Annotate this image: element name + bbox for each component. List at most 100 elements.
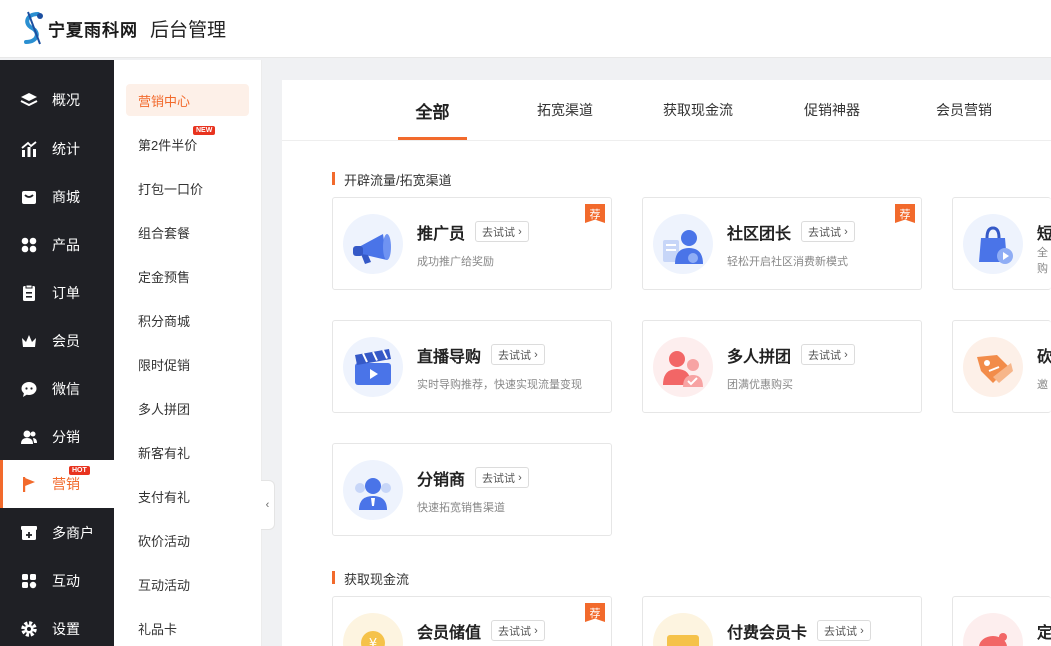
submenu-item-marketing-center[interactable]: 营销中心 bbox=[126, 84, 249, 116]
tool-name: 短 bbox=[1037, 220, 1051, 244]
submenu-item-presale[interactable]: 定金预售 bbox=[126, 260, 249, 292]
collapse-submenu-button[interactable]: ‹ bbox=[261, 480, 275, 530]
logo-text: 宁夏雨科网 bbox=[48, 21, 138, 40]
grid-icon bbox=[20, 236, 38, 254]
try-button[interactable]: 去试试 › bbox=[491, 620, 545, 641]
sidebar-item-marketing[interactable]: 营销 HOT bbox=[0, 460, 114, 508]
chevron-right-icon: › bbox=[844, 348, 848, 361]
submenu-item-interactive-activity[interactable]: 互动活动 bbox=[126, 568, 249, 600]
submenu-item-label: 限时促销 bbox=[138, 357, 191, 373]
community-leader-icon bbox=[653, 214, 713, 274]
try-label: 去试试 bbox=[824, 625, 857, 638]
submenu-item-label: 新客有礼 bbox=[138, 445, 191, 461]
tab-label: 促销神器 bbox=[804, 102, 860, 118]
tool-description: 成功推广给奖励 bbox=[417, 256, 494, 268]
tool-card-group-buy[interactable]: 多人拼团 去试试 › 团满优惠购买 bbox=[642, 320, 922, 413]
tab-expand-channels[interactable]: 拓宽渠道 bbox=[530, 80, 600, 140]
submenu-item-second-half-price[interactable]: 第2件半价 NEW bbox=[126, 126, 249, 160]
sidebar-item-product[interactable]: 产品 bbox=[0, 221, 114, 269]
shopping-bag-video-icon bbox=[963, 214, 1023, 274]
brand-logo[interactable]: 宁夏雨科网 bbox=[18, 10, 138, 48]
try-label: 去试试 bbox=[498, 625, 531, 638]
sidebar-item-overview[interactable]: 概况 bbox=[0, 76, 114, 124]
tab-all[interactable]: 全部 bbox=[398, 80, 467, 140]
sidebar-item-label: 会员 bbox=[52, 333, 80, 349]
distributor-icon bbox=[343, 460, 403, 520]
price-tag-icon bbox=[963, 337, 1023, 397]
sidebar-item-label: 概况 bbox=[52, 92, 80, 108]
sidebar-item-member[interactable]: 会员 bbox=[0, 317, 114, 365]
sidebar-item-interaction[interactable]: 互动 bbox=[0, 557, 114, 605]
sidebar-item-settings[interactable]: 设置 bbox=[0, 605, 114, 646]
submenu-item-new-customer-gift[interactable]: 新客有礼 bbox=[126, 436, 249, 468]
try-button[interactable]: 去试试 › bbox=[817, 620, 871, 641]
submenu-item-label: 积分商城 bbox=[138, 313, 191, 329]
hot-badge: HOT bbox=[69, 466, 90, 475]
gear-icon bbox=[20, 620, 38, 638]
users-icon bbox=[20, 428, 38, 446]
tool-card-deposit[interactable]: 定 bbox=[952, 596, 1051, 646]
sidebar-item-label: 营销 bbox=[52, 476, 80, 492]
sidebar-item-label: 设置 bbox=[52, 621, 80, 637]
tab-cash-flow[interactable]: 获取现金流 bbox=[658, 80, 738, 140]
chevron-right-icon: › bbox=[518, 471, 522, 484]
order-icon bbox=[20, 284, 38, 302]
try-button[interactable]: 去试试 › bbox=[475, 221, 529, 242]
submenu-item-label: 互动活动 bbox=[138, 577, 191, 593]
tool-card-community-leader[interactable]: 社区团长 去试试 › 轻松开启社区消费新模式 荐 bbox=[642, 197, 922, 290]
tab-promotion-tools[interactable]: 促销神器 bbox=[798, 80, 866, 140]
tab-member-marketing[interactable]: 会员营销 bbox=[930, 80, 998, 140]
try-button[interactable]: 去试试 › bbox=[801, 344, 855, 365]
megaphone-icon bbox=[343, 214, 403, 274]
sidebar-item-label: 产品 bbox=[52, 237, 80, 253]
tool-card-promoter[interactable]: 推广员 去试试 › 成功推广给奖励 荐 bbox=[332, 197, 612, 290]
submenu-item-gift-card[interactable]: 礼品卡 bbox=[126, 612, 249, 644]
chevron-left-icon: ‹ bbox=[265, 499, 270, 511]
submenu-item-payment-gift[interactable]: 支付有礼 bbox=[126, 480, 249, 512]
try-button[interactable]: 去试试 › bbox=[801, 221, 855, 242]
tool-name: 推广员 bbox=[417, 226, 466, 243]
sidebar-item-wechat[interactable]: 微信 bbox=[0, 365, 114, 413]
tool-description: 实时导购推荐，快速实现流量变现 bbox=[417, 379, 582, 391]
tool-description: 邀 bbox=[1037, 379, 1048, 391]
try-button[interactable]: 去试试 › bbox=[475, 467, 529, 488]
sidebar-item-order[interactable]: 订单 bbox=[0, 269, 114, 317]
try-label: 去试试 bbox=[482, 226, 515, 239]
tool-card-short-video[interactable]: 短 全 购 bbox=[952, 197, 1051, 290]
submenu-item-bargain[interactable]: 砍价活动 bbox=[126, 524, 249, 556]
submenu-item-flash-sale[interactable]: 限时促销 bbox=[126, 348, 249, 380]
sidebar-item-mall[interactable]: 商城 bbox=[0, 173, 114, 221]
submenu-item-label: 营销中心 bbox=[138, 93, 191, 109]
submenu-item-group-buy[interactable]: 多人拼团 bbox=[126, 392, 249, 424]
tool-card-bargain[interactable]: 砍 邀 bbox=[952, 320, 1051, 413]
tool-card-distributor[interactable]: 分销商 去试试 › 快速拓宽销售渠道 bbox=[332, 443, 612, 536]
new-badge: NEW bbox=[193, 126, 216, 135]
layers-icon bbox=[20, 91, 38, 109]
sidebar-item-multi-merchant[interactable]: 多商户 bbox=[0, 509, 114, 557]
tool-card-live-shopping[interactable]: 直播导购 去试试 › 实时导购推荐，快速实现流量变现 bbox=[332, 320, 612, 413]
tool-name: 社区团长 bbox=[727, 226, 792, 243]
tool-card-paid-member-card[interactable]: 付费会员卡 去试试 › bbox=[642, 596, 922, 646]
chevron-right-icon: › bbox=[518, 225, 522, 238]
tab-label: 拓宽渠道 bbox=[537, 102, 593, 118]
tool-name: 会员储值 bbox=[417, 625, 482, 642]
submenu-item-label: 砍价活动 bbox=[138, 533, 191, 549]
piggy-icon bbox=[963, 613, 1023, 646]
tool-card-member-deposit[interactable]: ¥ 会员储值 去试试 › 荐 bbox=[332, 596, 612, 646]
tool-name: 定 bbox=[1037, 619, 1051, 643]
chevron-right-icon: › bbox=[534, 348, 538, 361]
submenu-item-bundle-price[interactable]: 打包一口价 bbox=[126, 172, 249, 204]
tool-description: 快速拓宽销售渠道 bbox=[417, 502, 505, 514]
try-label: 去试试 bbox=[808, 349, 841, 362]
submenu-item-label: 组合套餐 bbox=[138, 225, 191, 241]
sidebar-item-statistics[interactable]: 统计 bbox=[0, 125, 114, 173]
try-label: 去试试 bbox=[498, 349, 531, 362]
submenu-item-combo[interactable]: 组合套餐 bbox=[126, 216, 249, 248]
submenu-item-points-mall[interactable]: 积分商城 bbox=[126, 304, 249, 336]
try-button[interactable]: 去试试 › bbox=[491, 344, 545, 365]
sidebar-item-distribution[interactable]: 分销 bbox=[0, 413, 114, 461]
tool-description: 全 bbox=[1037, 247, 1048, 259]
page-title: 后台管理 bbox=[150, 20, 227, 41]
try-label: 去试试 bbox=[482, 472, 515, 485]
tab-label: 会员营销 bbox=[936, 102, 992, 118]
